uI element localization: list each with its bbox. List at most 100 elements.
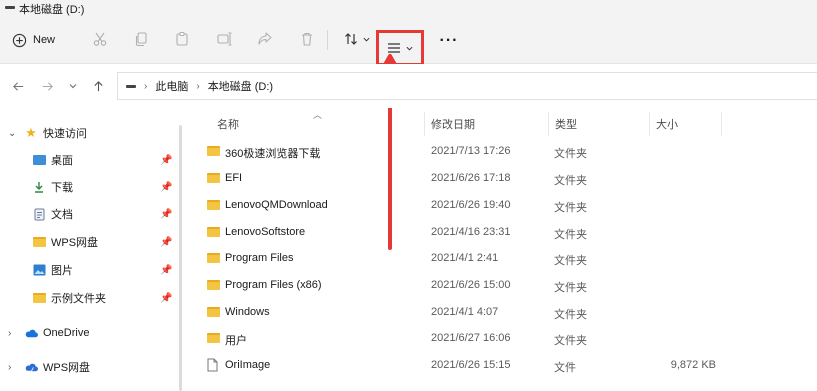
file-date: 2021/6/26 17:18 bbox=[431, 172, 511, 184]
recent-locations-icon[interactable] bbox=[64, 77, 82, 95]
file-name: 用户 bbox=[225, 335, 247, 347]
pin-icon[interactable]: 📌 bbox=[160, 182, 172, 193]
file-type: 文件夹 bbox=[554, 202, 587, 214]
file-name: EFI bbox=[225, 172, 243, 184]
delete-icon[interactable] bbox=[296, 28, 318, 50]
file-icon bbox=[207, 358, 218, 375]
sidebar-item-documents[interactable]: 文档 📌 bbox=[0, 202, 178, 226]
file-row[interactable]: OriImage 2021/6/26 15:15 文件 9,872 KB bbox=[196, 353, 817, 379]
pictures-icon bbox=[32, 263, 46, 277]
chevron-down-icon bbox=[363, 37, 369, 42]
sidebar-item-wps[interactable]: › WPS网盘 bbox=[0, 355, 178, 379]
pin-icon[interactable]: 📌 bbox=[160, 293, 172, 304]
sidebar-item-label: 文档 bbox=[51, 209, 73, 221]
column-header-date[interactable]: 修改日期 bbox=[431, 116, 475, 132]
file-date: 2021/7/13 17:26 bbox=[431, 145, 511, 157]
cut-icon[interactable] bbox=[89, 28, 111, 50]
cloud-icon bbox=[24, 360, 38, 374]
folder-icon bbox=[207, 146, 220, 156]
file-type: 文件夹 bbox=[554, 335, 587, 347]
file-type: 文件 bbox=[554, 362, 576, 374]
file-row[interactable]: 用户 2021/6/27 16:06 文件夹 bbox=[196, 326, 817, 352]
file-row[interactable]: Program Files (x86) 2021/6/26 15:00 文件夹 bbox=[196, 273, 817, 299]
sidebar-item-label: 示例文件夹 bbox=[51, 293, 106, 305]
breadcrumb-drive[interactable]: 本地磁盘 (D:) bbox=[208, 78, 273, 94]
column-divider[interactable] bbox=[548, 112, 549, 136]
pin-icon[interactable]: 📌 bbox=[160, 265, 172, 276]
download-icon bbox=[32, 180, 46, 194]
file-row[interactable]: 360极速浏览器下载 2021/7/13 17:26 文件夹 bbox=[196, 139, 817, 165]
new-button[interactable]: New bbox=[12, 29, 55, 51]
column-header-type[interactable]: 类型 bbox=[555, 116, 577, 132]
pin-icon[interactable]: 📌 bbox=[160, 237, 172, 248]
share-icon[interactable] bbox=[254, 28, 276, 50]
sidebar-item-wps-drive[interactable]: WPS网盘 📌 bbox=[0, 230, 178, 254]
pin-icon[interactable]: 📌 bbox=[160, 209, 172, 220]
file-date: 2021/6/26 15:00 bbox=[431, 279, 511, 291]
column-divider[interactable] bbox=[721, 112, 722, 136]
file-date: 2021/4/16 23:31 bbox=[431, 226, 511, 238]
sidebar-item-sample-folder[interactable]: 示例文件夹 📌 bbox=[0, 286, 178, 310]
desktop-icon bbox=[32, 153, 46, 167]
sidebar-item-label: WPS网盘 bbox=[43, 362, 91, 374]
toolbar-divider bbox=[327, 30, 328, 50]
column-header-name[interactable]: 名称 bbox=[217, 116, 239, 132]
more-icon[interactable]: ··· bbox=[438, 30, 460, 52]
folder-icon bbox=[207, 200, 220, 210]
chevron-right-icon: › bbox=[8, 361, 12, 373]
pin-icon[interactable]: 📌 bbox=[160, 155, 172, 166]
folder-icon bbox=[207, 253, 220, 263]
file-date: 2021/4/1 4:07 bbox=[431, 306, 499, 318]
column-header-size[interactable]: 大小 bbox=[656, 116, 678, 132]
rename-icon[interactable] bbox=[213, 28, 235, 50]
document-icon bbox=[32, 207, 46, 221]
forward-icon[interactable] bbox=[38, 77, 56, 95]
file-row[interactable]: Windows 2021/4/1 4:07 文件夹 bbox=[196, 300, 817, 326]
folder-icon bbox=[207, 173, 220, 183]
up-icon[interactable] bbox=[89, 77, 107, 95]
drive-icon bbox=[126, 84, 136, 88]
file-name: LenovoSoftstore bbox=[225, 226, 306, 238]
folder-icon bbox=[32, 291, 46, 305]
folder-icon bbox=[207, 227, 220, 237]
file-name: Program Files bbox=[225, 252, 294, 264]
column-divider[interactable] bbox=[424, 112, 425, 136]
chevron-right-icon: › bbox=[196, 80, 200, 92]
sidebar-item-label: OneDrive bbox=[43, 327, 90, 339]
breadcrumb-this-pc[interactable]: 此电脑 bbox=[155, 78, 188, 94]
sidebar-item-desktop[interactable]: 桌面 📌 bbox=[0, 148, 178, 172]
sidebar-item-onedrive[interactable]: › OneDrive bbox=[0, 321, 178, 345]
file-type: 文件夹 bbox=[554, 255, 587, 267]
file-row[interactable]: Program Files 2021/4/1 2:41 文件夹 bbox=[196, 246, 817, 272]
sidebar-item-quick-access[interactable]: ⌄ ★ 快速访问 bbox=[0, 121, 178, 145]
copy-icon[interactable] bbox=[130, 28, 152, 50]
paste-icon[interactable] bbox=[171, 28, 193, 50]
file-type: 文件夹 bbox=[554, 309, 587, 321]
file-date: 2021/6/26 19:40 bbox=[431, 199, 511, 211]
new-button-label: New bbox=[33, 34, 56, 46]
sidebar-scrollbar[interactable] bbox=[179, 125, 182, 391]
file-row[interactable]: LenovoSoftstore 2021/4/16 23:31 文件夹 bbox=[196, 220, 817, 246]
file-type: 文件夹 bbox=[554, 282, 587, 294]
file-name: 360极速浏览器下载 bbox=[225, 148, 321, 160]
folder-icon bbox=[207, 307, 220, 317]
sidebar-item-label: 下载 bbox=[51, 182, 73, 194]
file-type: 文件夹 bbox=[554, 175, 587, 187]
sort-button[interactable] bbox=[339, 28, 373, 50]
file-row[interactable]: EFI 2021/6/26 17:18 文件夹 bbox=[196, 166, 817, 192]
title-bar: 本地磁盘 (D:) bbox=[0, 0, 817, 16]
address-bar[interactable]: › 此电脑 › 本地磁盘 (D:) bbox=[117, 72, 817, 100]
sidebar-item-label: 桌面 bbox=[51, 155, 73, 167]
chevron-down-icon: ⌄ bbox=[8, 127, 17, 139]
plus-circle-icon bbox=[12, 33, 27, 47]
cloud-icon bbox=[24, 326, 38, 340]
column-divider[interactable] bbox=[649, 112, 650, 136]
folder-icon bbox=[207, 333, 220, 343]
file-type: 文件夹 bbox=[554, 148, 587, 160]
sidebar-item-downloads[interactable]: 下载 📌 bbox=[0, 175, 178, 199]
file-row[interactable]: LenovoQMDownload 2021/6/26 19:40 文件夹 bbox=[196, 193, 817, 219]
sidebar-item-pictures[interactable]: 图片 📌 bbox=[0, 258, 178, 282]
folder-icon bbox=[32, 235, 46, 249]
file-date: 2021/6/27 16:06 bbox=[431, 332, 511, 344]
back-icon[interactable] bbox=[9, 77, 27, 95]
